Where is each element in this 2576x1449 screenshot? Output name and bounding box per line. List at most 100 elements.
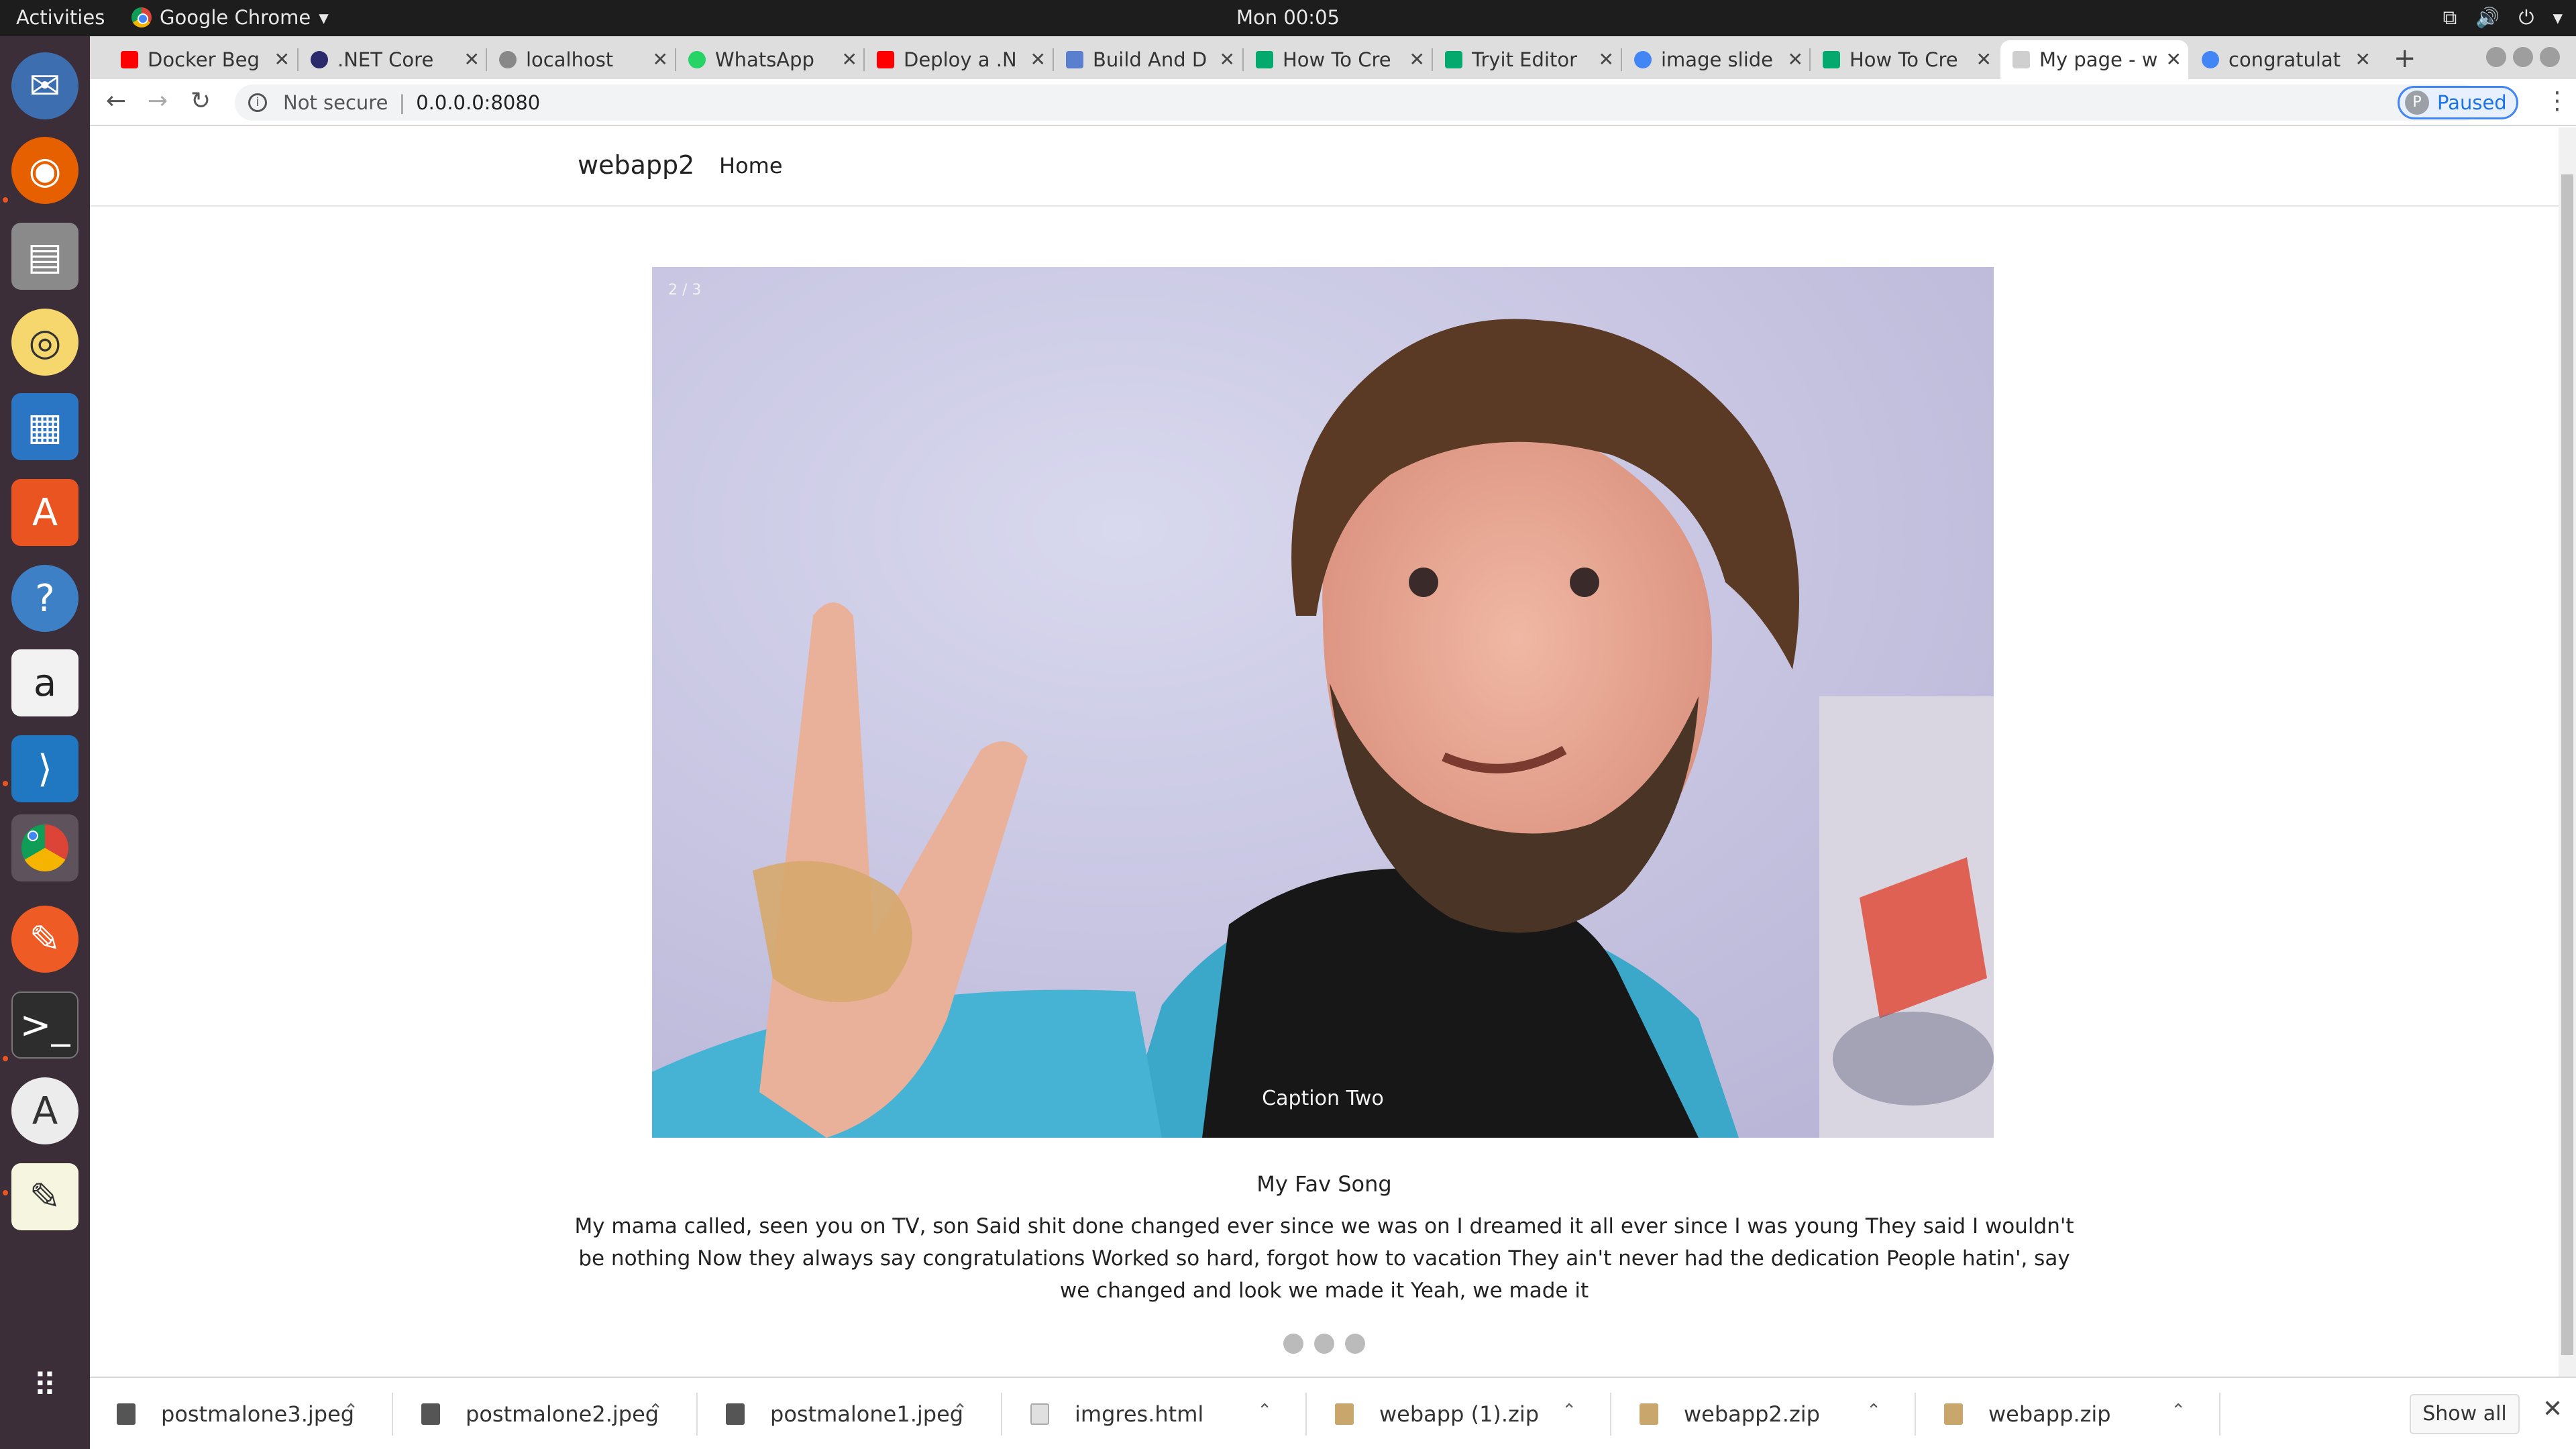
chevron-up-icon[interactable]: ⌃	[953, 1401, 967, 1421]
slide-dot[interactable]	[1283, 1334, 1303, 1354]
download-item[interactable]: postmalone2.jpeg ⌃	[394, 1385, 690, 1444]
download-item[interactable]: webapp (1).zip ⌃	[1308, 1385, 1603, 1444]
activities-button[interactable]: Activities	[16, 6, 105, 29]
tab-close-icon[interactable]: ✕	[1220, 48, 1235, 70]
chevron-up-icon[interactable]: ⌃	[1257, 1401, 1272, 1421]
zip-file-icon	[1944, 1403, 1963, 1425]
tab-title: congratulat	[2229, 48, 2341, 71]
forward-arrow-icon[interactable]: →	[148, 87, 168, 115]
download-item[interactable]: postmalone3.jpeg ⌃	[90, 1385, 385, 1444]
tab-close-icon[interactable]: ✕	[2166, 48, 2182, 70]
browser-tab[interactable]: Tryit Editor ✕	[1433, 40, 1621, 79]
slide-dot[interactable]	[1314, 1334, 1334, 1354]
amazon-icon[interactable]: a	[11, 649, 78, 716]
zip-file-icon	[1640, 1403, 1658, 1425]
url-text[interactable]: 0.0.0.0:8080	[416, 91, 540, 114]
software-updater-icon[interactable]: A	[11, 1077, 78, 1144]
browser-tab[interactable]: localhost ✕	[487, 40, 675, 79]
tab-close-icon[interactable]: ✕	[1409, 48, 1425, 70]
libreoffice-impress-icon[interactable]: ▦	[11, 393, 78, 460]
tab-close-icon[interactable]: ✕	[1030, 48, 1046, 70]
tab-close-icon[interactable]: ✕	[1976, 48, 1992, 70]
browser-tab[interactable]: How To Cre ✕	[1811, 40, 1998, 79]
tab-separator	[863, 48, 865, 71]
maximize-button[interactable]	[2513, 47, 2533, 67]
tab-close-icon[interactable]: ✕	[274, 48, 290, 70]
download-item[interactable]: postmalone1.jpeg ⌃	[699, 1385, 994, 1444]
tab-separator	[675, 48, 676, 71]
clock[interactable]: Mon 00:05	[0, 6, 2576, 29]
chevron-down-icon: ▾	[2553, 6, 2563, 29]
chevron-up-icon[interactable]: ⌃	[1562, 1401, 1576, 1421]
browser-tab[interactable]: Deploy a .N ✕	[865, 40, 1053, 79]
nav-home-link[interactable]: Home	[719, 153, 783, 178]
tab-close-icon[interactable]: ✕	[1599, 48, 1614, 70]
download-separator	[392, 1393, 393, 1436]
page-scrollbar[interactable]	[2559, 127, 2576, 1377]
terminal-icon[interactable]: >_	[11, 991, 78, 1059]
chevron-up-icon[interactable]: ⌃	[648, 1401, 663, 1421]
browser-tab[interactable]: .NET Core ✕	[299, 40, 486, 79]
chrome-icon[interactable]	[11, 814, 78, 881]
downloads-shelf: Show all ✕ postmalone3.jpeg ⌃ postmalone2.…	[90, 1377, 2576, 1449]
close-window-button[interactable]	[2540, 47, 2560, 67]
browser-tab[interactable]: image slide ✕	[1622, 40, 1810, 79]
download-filename: postmalone2.jpeg	[466, 1401, 659, 1427]
download-item[interactable]: webapp2.zip ⌃	[1613, 1385, 1908, 1444]
postman-icon[interactable]: ✎	[11, 906, 78, 973]
tab-separator	[1432, 48, 1433, 71]
chevron-up-icon[interactable]: ⌃	[1866, 1401, 1881, 1421]
app-menu[interactable]: Google Chrome ▾	[131, 6, 329, 29]
tab-title: .NET Core	[337, 48, 434, 71]
help-icon[interactable]: ?	[11, 565, 78, 632]
tab-close-icon[interactable]: ✕	[653, 48, 668, 70]
show-apps-icon[interactable]: ⠿	[11, 1352, 78, 1419]
software-center-icon[interactable]: A	[11, 479, 78, 546]
download-item[interactable]: imgres.html ⌃	[1004, 1385, 1299, 1444]
vscode-icon[interactable]: ⟩	[11, 735, 78, 802]
window-controls	[2486, 47, 2560, 67]
browser-tab[interactable]: congratulat ✕	[2190, 40, 2377, 79]
profile-button[interactable]: P Paused	[2398, 86, 2518, 119]
minimize-button[interactable]	[2486, 47, 2506, 67]
browser-tab[interactable]: My page - w ✕	[2000, 40, 2188, 79]
tab-title: Tryit Editor	[1472, 48, 1578, 71]
dock: ✉ ◉ ▤ ◎ ▦ A ? a ⟩ ✎ >_ A ✎ ⠿	[0, 36, 90, 1449]
files-icon[interactable]: ▤	[11, 223, 78, 290]
tab-close-icon[interactable]: ✕	[464, 48, 480, 70]
tab-title: WhatsApp	[715, 48, 814, 71]
system-tray[interactable]: ⧉ 🔊 ⏻ ▾	[2443, 6, 2563, 30]
kebab-menu-icon[interactable]: ⋮	[2545, 87, 2569, 115]
slide-caption: Caption Two	[1262, 1087, 1384, 1110]
chrome-icon	[131, 7, 152, 28]
scrollbar-thumb[interactable]	[2561, 174, 2573, 1355]
browser-tab[interactable]: How To Cre ✕	[1244, 40, 1432, 79]
new-tab-button[interactable]: +	[2394, 43, 2416, 74]
tab-close-icon[interactable]: ✕	[2355, 48, 2371, 70]
profile-avatar: P	[2405, 91, 2429, 115]
reload-icon[interactable]: ↻	[191, 87, 211, 115]
thunderbird-icon[interactable]: ✉	[11, 52, 78, 119]
rhythmbox-icon[interactable]: ◎	[11, 309, 78, 376]
google-favicon-icon	[2202, 51, 2219, 68]
chevron-up-icon[interactable]: ⌃	[2171, 1401, 2186, 1421]
download-filename: webapp2.zip	[1684, 1401, 1820, 1427]
back-arrow-icon[interactable]: ←	[106, 87, 126, 115]
browser-tab[interactable]: Docker Beg ✕	[109, 40, 297, 79]
tab-close-icon[interactable]: ✕	[842, 48, 857, 70]
browser-tab[interactable]: WhatsApp ✕	[676, 40, 864, 79]
browser-window: Docker Beg ✕ .NET Core ✕ localhost ✕ WhatsApp ✕…	[90, 36, 2576, 1449]
close-icon[interactable]: ✕	[2542, 1395, 2563, 1423]
address-bar[interactable]: i Not secure | 0.0.0.0:8080 ☆	[235, 85, 2482, 121]
chevron-up-icon[interactable]: ⌃	[343, 1401, 358, 1421]
slide-dot[interactable]	[1345, 1334, 1365, 1354]
firefox-icon[interactable]: ◉	[11, 137, 78, 204]
download-item[interactable]: webapp.zip ⌃	[1917, 1385, 2212, 1444]
browser-tab[interactable]: Build And D ✕	[1054, 40, 1242, 79]
tab-close-icon[interactable]: ✕	[1788, 48, 1803, 70]
show-all-downloads-button[interactable]: Show all	[2410, 1394, 2520, 1434]
info-icon[interactable]: i	[248, 93, 267, 112]
text-editor-icon[interactable]: ✎	[11, 1163, 78, 1230]
site-brand[interactable]: webapp2	[578, 150, 694, 180]
download-separator	[1915, 1393, 1916, 1436]
